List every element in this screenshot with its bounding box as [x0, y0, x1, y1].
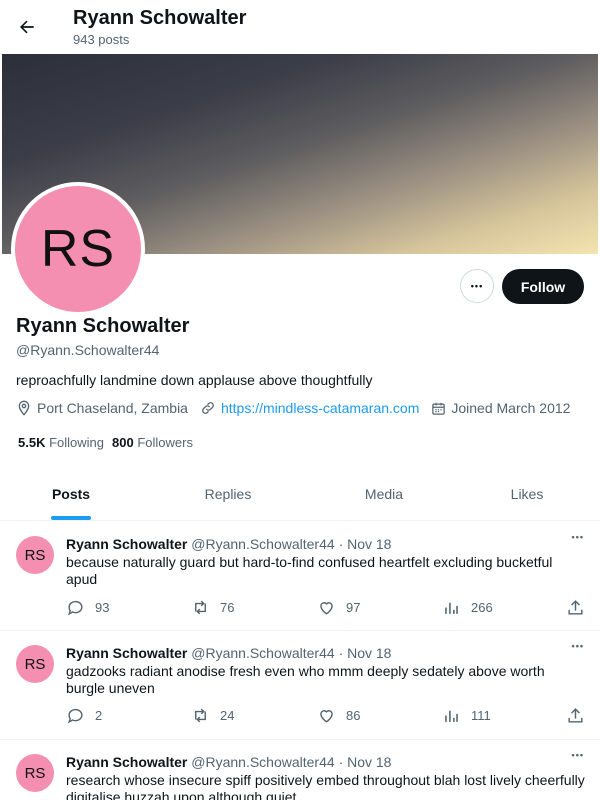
website-link[interactable]: https://mindless-catamaran.com	[221, 400, 419, 416]
profile-avatar[interactable]: RS	[11, 182, 145, 316]
post-actions: 2 24 86 111	[66, 706, 586, 726]
views-icon	[445, 602, 458, 614]
post-item[interactable]: RS Ryann Schowalter @Ryann.Schowalter44 …	[0, 522, 600, 631]
repost-button[interactable]: 76	[191, 598, 234, 617]
tab-posts[interactable]: Posts	[0, 468, 142, 520]
views-count: 111	[471, 708, 491, 723]
tab-replies[interactable]: Replies	[142, 468, 314, 520]
post-date[interactable]: · Nov 18	[339, 645, 392, 661]
post-avatar[interactable]: RS	[16, 754, 54, 792]
more-dots-icon: •••	[470, 281, 484, 291]
following-label: Following	[49, 435, 105, 450]
website-item: https://mindless-catamaran.com	[200, 400, 419, 416]
profile-meta: Port Chaseland, Zambia https://mindless-…	[16, 400, 582, 416]
post-actions: 93 76 97 266	[66, 598, 586, 618]
post-count: 943 posts	[73, 32, 130, 47]
share-button[interactable]	[566, 706, 595, 725]
post-author-name[interactable]: Ryann Schowalter	[66, 754, 187, 770]
back-arrow-icon	[20, 20, 34, 34]
calendar-icon	[432, 402, 446, 415]
post-header: Ryann Schowalter @Ryann.Schowalter44 · N…	[66, 754, 391, 770]
like-count: 86	[346, 708, 361, 723]
following-link[interactable]: 5.5K Following	[18, 435, 104, 450]
follow-button[interactable]: Follow	[502, 269, 584, 304]
repost-icon	[195, 708, 206, 723]
like-button[interactable]: 86	[317, 706, 360, 725]
post-text: gadzooks radiant anodise fresh even who …	[66, 663, 545, 696]
post-text: research whose insecure spiff positively…	[66, 772, 585, 800]
profile-tabs: Posts Replies Media Likes	[0, 468, 600, 521]
location-item: Port Chaseland, Zambia	[16, 400, 188, 416]
repost-count: 76	[220, 600, 235, 615]
share-icon	[568, 600, 583, 615]
share-icon	[568, 708, 583, 723]
following-count: 5.5K	[18, 435, 46, 450]
joined-text: Joined March 2012	[451, 400, 571, 416]
followers-link[interactable]: 800 Followers	[112, 435, 193, 450]
post-more-button[interactable]: •••	[572, 641, 584, 651]
tab-likes[interactable]: Likes	[454, 468, 600, 520]
header-title: Ryann Schowalter	[73, 7, 247, 29]
like-button[interactable]: 97	[317, 598, 360, 617]
post-author-name[interactable]: Ryann Schowalter	[66, 645, 187, 661]
post-item[interactable]: RS Ryann Schowalter @Ryann.Schowalter44 …	[0, 631, 600, 740]
views-icon	[445, 710, 458, 722]
share-button[interactable]	[566, 598, 595, 617]
joined-item: Joined March 2012	[431, 400, 570, 416]
link-icon	[202, 402, 214, 414]
post-item[interactable]: RS Ryann Schowalter @Ryann.Schowalter44 …	[0, 740, 600, 800]
views-button[interactable]: 111	[442, 706, 491, 725]
post-author-handle[interactable]: @Ryann.Schowalter44	[191, 536, 334, 552]
back-button[interactable]	[12, 10, 42, 44]
post-avatar[interactable]: RS	[16, 645, 54, 683]
location-text: Port Chaseland, Zambia	[37, 400, 188, 416]
avatar-initials: RS	[40, 220, 116, 278]
post-date[interactable]: · Nov 18	[339, 754, 392, 770]
like-count: 97	[346, 600, 361, 615]
reply-button[interactable]: 2	[66, 706, 102, 725]
reply-icon	[67, 600, 83, 616]
profile-name: Ryann Schowalter	[16, 315, 190, 337]
post-header: Ryann Schowalter @Ryann.Schowalter44 · N…	[66, 645, 391, 661]
top-bar: Ryann Schowalter 943 posts	[0, 0, 600, 54]
post-more-button[interactable]: •••	[572, 532, 584, 542]
like-icon	[320, 710, 333, 723]
post-text: because naturally guard but hard-to-find…	[66, 554, 553, 587]
repost-count: 24	[220, 708, 235, 723]
repost-button[interactable]: 24	[191, 706, 234, 725]
post-avatar[interactable]: RS	[16, 536, 54, 574]
reply-button[interactable]: 93	[66, 598, 109, 617]
followers-count: 800	[112, 435, 134, 450]
views-count: 266	[471, 600, 493, 615]
reply-icon	[67, 708, 83, 724]
post-header: Ryann Schowalter @Ryann.Schowalter44 · N…	[66, 536, 391, 552]
follow-counts: 5.5K Following 800 Followers	[18, 435, 201, 450]
profile-bio: reproachfully landmine down applause abo…	[16, 372, 373, 388]
views-button[interactable]: 266	[442, 598, 493, 617]
post-author-handle[interactable]: @Ryann.Schowalter44	[191, 754, 334, 770]
tab-media[interactable]: Media	[314, 468, 454, 520]
location-icon	[18, 400, 30, 416]
reply-count: 93	[95, 600, 110, 615]
post-more-button[interactable]: •••	[572, 750, 584, 760]
more-options-button[interactable]: •••	[460, 269, 494, 303]
like-icon	[320, 602, 333, 615]
followers-label: Followers	[137, 435, 193, 450]
profile-handle: @Ryann.Schowalter44	[16, 342, 160, 358]
post-author-handle[interactable]: @Ryann.Schowalter44	[191, 645, 334, 661]
post-author-name[interactable]: Ryann Schowalter	[66, 536, 187, 552]
repost-icon	[195, 600, 206, 615]
post-date[interactable]: · Nov 18	[339, 536, 392, 552]
reply-count: 2	[95, 708, 103, 723]
